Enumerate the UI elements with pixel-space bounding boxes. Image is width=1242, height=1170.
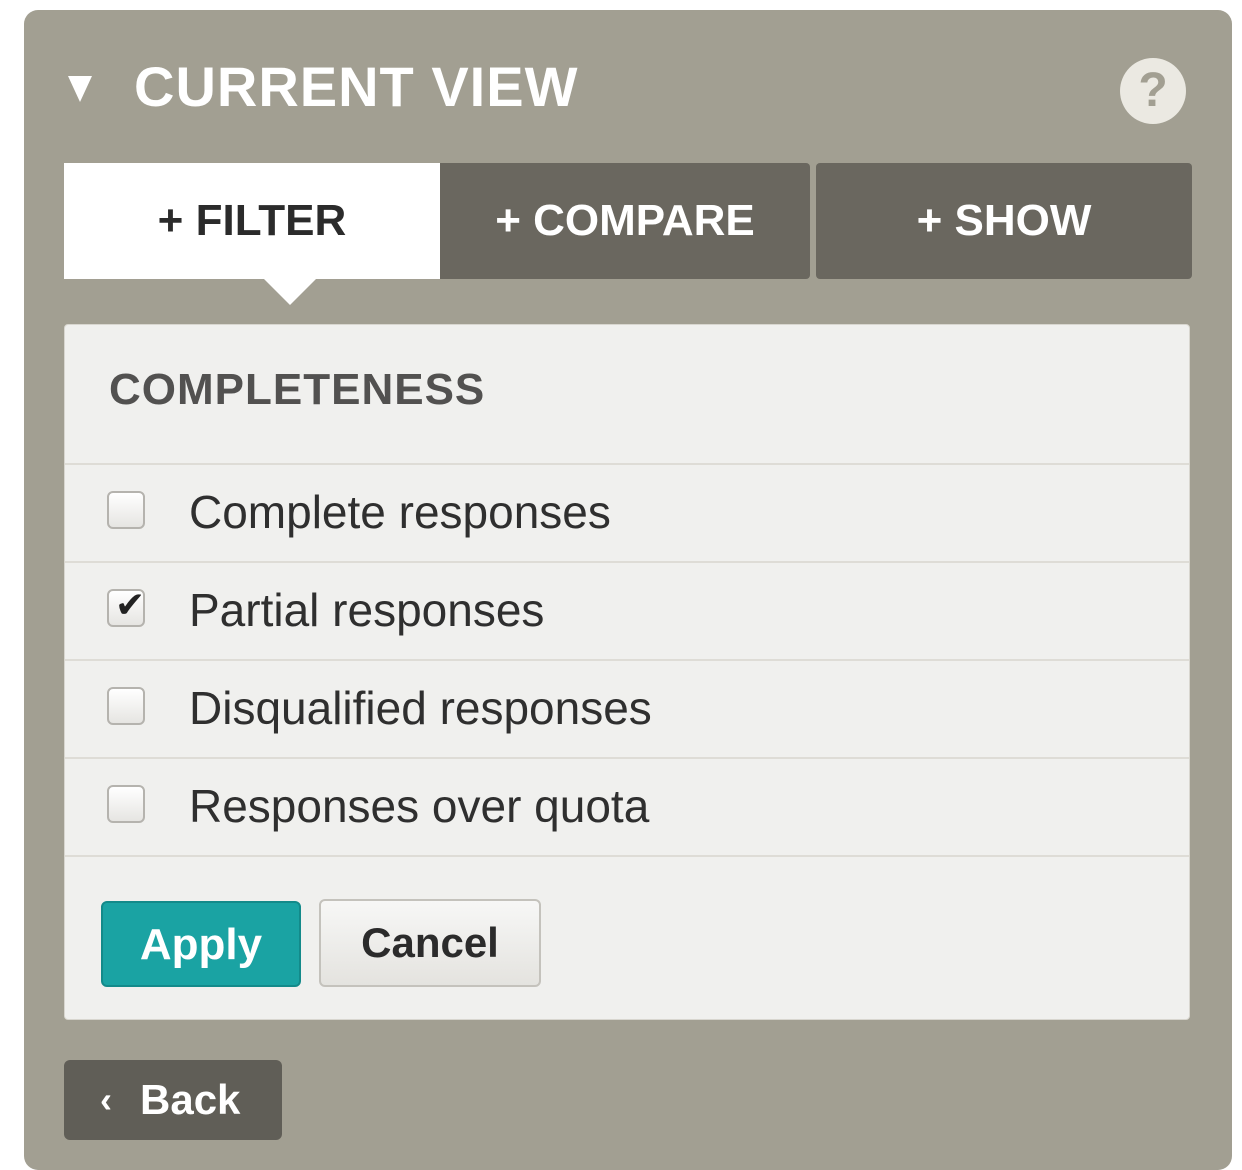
back-button[interactable]: ‹ Back [64,1060,282,1140]
option-label: Disqualified responses [189,682,652,734]
apply-button[interactable]: Apply [101,901,301,987]
option-label: Partial responses [189,584,545,636]
complete-responses-checkbox[interactable] [107,491,145,529]
checkmark-icon: ✔ [115,585,146,626]
triangle-down-icon[interactable] [68,76,92,102]
option-responses-over-quota[interactable]: Responses over quota [65,757,1189,857]
chevron-left-icon: ‹ [100,1079,112,1120]
completeness-options: Complete responses ✔ Partial responses D… [65,463,1189,857]
panel-header: CURRENT VIEW ? [24,10,1232,160]
option-label: Complete responses [189,486,611,538]
back-label: Back [140,1076,241,1123]
option-partial-responses[interactable]: ✔ Partial responses [65,561,1189,659]
cancel-button[interactable]: Cancel [319,899,541,987]
tab-compare[interactable]: + COMPARE [440,163,810,279]
responses-over-quota-checkbox[interactable] [107,785,145,823]
view-tabs: + FILTER + COMPARE + SHOW [64,163,1192,305]
question-mark-icon[interactable]: ? [1120,58,1186,124]
section-title: COMPLETENESS [109,365,486,414]
option-complete-responses[interactable]: Complete responses [65,463,1189,561]
panel-title: CURRENT VIEW [134,55,579,118]
option-disqualified-responses[interactable]: Disqualified responses [65,659,1189,757]
disqualified-responses-checkbox[interactable] [107,687,145,725]
filter-content: COMPLETENESS Complete responses ✔ Partia… [64,324,1190,1020]
tab-show[interactable]: + SHOW [816,163,1192,279]
tab-filter[interactable]: + FILTER [64,163,440,279]
partial-responses-checkbox[interactable]: ✔ [107,585,146,627]
active-tab-pointer [264,279,316,305]
option-label: Responses over quota [189,780,650,832]
current-view-panel: CURRENT VIEW ? + FILTER + COMPARE + SHOW… [24,10,1232,1170]
